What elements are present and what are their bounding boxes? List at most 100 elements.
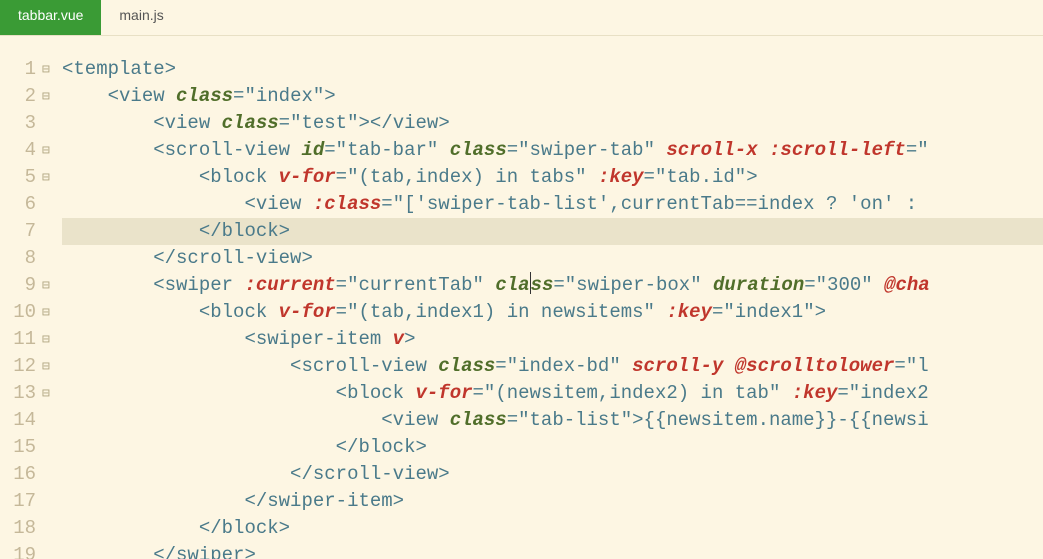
code-line[interactable]: </block>: [62, 434, 1043, 461]
token-pun: >: [301, 247, 312, 269]
token-pun: =: [837, 382, 848, 404]
token-pun: =: [473, 382, 484, 404]
code-line[interactable]: <scroll-view class="index-bd" scroll-y @…: [62, 353, 1043, 380]
fold-toggle-icon[interactable]: ⊟: [42, 164, 56, 191]
gutter-line: 6: [0, 191, 62, 218]
token-dir: scroll-x: [666, 139, 757, 161]
gutter-line: 5⊟: [0, 164, 62, 191]
token-pun: <: [108, 85, 119, 107]
token-str: currentTab: [358, 274, 472, 296]
token-pun: <: [153, 112, 164, 134]
code-line[interactable]: <scroll-view id="tab-bar" class="swiper-…: [62, 137, 1043, 164]
token-dir: v-for: [279, 301, 336, 323]
token-pun: [301, 193, 312, 215]
gutter-line: 9⊟: [0, 272, 62, 299]
fold-toggle-icon[interactable]: ⊟: [42, 83, 56, 110]
token-pun: [702, 274, 713, 296]
token-dir: @cha: [884, 274, 930, 296]
token-str: index-bd: [518, 355, 609, 377]
fold-toggle-icon[interactable]: ⊟: [42, 137, 56, 164]
token-pun: >: [404, 328, 415, 350]
token-attr: class: [450, 139, 507, 161]
token-pun: </: [244, 490, 267, 512]
token-attr: class: [438, 355, 495, 377]
code-line[interactable]: <view class="test"></view>: [62, 110, 1043, 137]
token-pun: [381, 328, 392, 350]
code-line[interactable]: </block>: [62, 515, 1043, 542]
token-pun: ": [575, 166, 586, 188]
token-pun: </: [290, 463, 313, 485]
token-pun: =: [894, 355, 905, 377]
token-dir: :key: [792, 382, 838, 404]
token-attr: duration: [713, 274, 804, 296]
token-pun: <: [244, 328, 255, 350]
tab-main-js[interactable]: main.js: [101, 0, 181, 35]
token-attr: ss: [531, 274, 554, 296]
code-line[interactable]: <block v-for="(tab,index) in tabs" :key=…: [62, 164, 1043, 191]
code-line[interactable]: <block v-for="(newsitem,index2) in tab" …: [62, 380, 1043, 407]
gutter-line: 18: [0, 515, 62, 542]
token-tagn: scroll-view: [313, 463, 438, 485]
code-line[interactable]: </swiper-item>: [62, 488, 1043, 515]
token-pun: <: [381, 409, 392, 431]
token-pun: =: [507, 409, 518, 431]
token-pun: ": [861, 274, 872, 296]
token-pun: >: [438, 463, 449, 485]
token-pun: </: [153, 544, 176, 559]
token-pun: >: [393, 490, 404, 512]
code-line[interactable]: <swiper :current="currentTab" class="swi…: [62, 272, 1043, 299]
token-pun: =: [381, 193, 392, 215]
token-pun: =: [336, 274, 347, 296]
token-pun: </: [199, 220, 222, 242]
token-pun: </: [153, 247, 176, 269]
token-str: tab.id: [666, 166, 734, 188]
token-pun: ": [473, 274, 484, 296]
token-pun: [427, 355, 438, 377]
fold-toggle-icon[interactable]: ⊟: [42, 272, 56, 299]
token-tagn: swiper: [165, 274, 233, 296]
code-line[interactable]: <view :class="['swiper-tab-list',current…: [62, 191, 1043, 218]
gutter-line: 8: [0, 245, 62, 272]
code-area[interactable]: <template> <view class="index"> <view cl…: [62, 36, 1043, 559]
token-pun: [267, 301, 278, 323]
token-dir: v-for: [279, 166, 336, 188]
token-str: 300: [827, 274, 861, 296]
line-number: 11: [10, 326, 36, 353]
fold-toggle-icon[interactable]: ⊟: [42, 56, 56, 83]
token-tagn: scroll-view: [176, 247, 301, 269]
token-pun: >: [244, 544, 255, 559]
token-pun: [723, 355, 734, 377]
token-pun: =: [507, 139, 518, 161]
fold-toggle-icon[interactable]: ⊟: [42, 326, 56, 353]
token-pun: <: [62, 58, 73, 80]
token-pun: ": [816, 274, 827, 296]
gutter-line: 7: [0, 218, 62, 245]
code-line[interactable]: <view class="tab-list">{{newsitem.name}}…: [62, 407, 1043, 434]
code-line[interactable]: </swiper>: [62, 542, 1043, 559]
token-pun: ": [393, 193, 404, 215]
token-str: tab-list: [530, 409, 621, 431]
gutter: 1⊟2⊟34⊟5⊟6789⊟10⊟11⊟12⊟13⊟141516171819: [0, 36, 62, 559]
fold-toggle-icon[interactable]: ⊟: [42, 299, 56, 326]
line-number: 1: [10, 56, 36, 83]
code-line[interactable]: </scroll-view>: [62, 245, 1043, 272]
code-line[interactable]: </block>: [62, 218, 1043, 245]
token-pun: =: [233, 85, 244, 107]
code-line[interactable]: <block v-for="(tab,index1) in newsitems"…: [62, 299, 1043, 326]
code-editor[interactable]: 1⊟2⊟34⊟5⊟6789⊟10⊟11⊟12⊟13⊟141516171819 <…: [0, 36, 1043, 559]
token-pun: =: [906, 139, 917, 161]
fold-toggle-icon[interactable]: ⊟: [42, 353, 56, 380]
token-pun: [655, 139, 666, 161]
token-pun: >: [746, 166, 757, 188]
code-line[interactable]: <template>: [62, 56, 1043, 83]
token-tagn: view: [165, 112, 211, 134]
line-number: 2: [10, 83, 36, 110]
token-pun: =: [553, 274, 564, 296]
token-pun: <: [199, 166, 210, 188]
token-pun: ": [313, 85, 324, 107]
code-line[interactable]: <view class="index">: [62, 83, 1043, 110]
tab-tabbar-vue[interactable]: tabbar.vue: [0, 0, 101, 35]
code-line[interactable]: <swiper-item v>: [62, 326, 1043, 353]
code-line[interactable]: </scroll-view>: [62, 461, 1043, 488]
fold-toggle-icon[interactable]: ⊟: [42, 380, 56, 407]
